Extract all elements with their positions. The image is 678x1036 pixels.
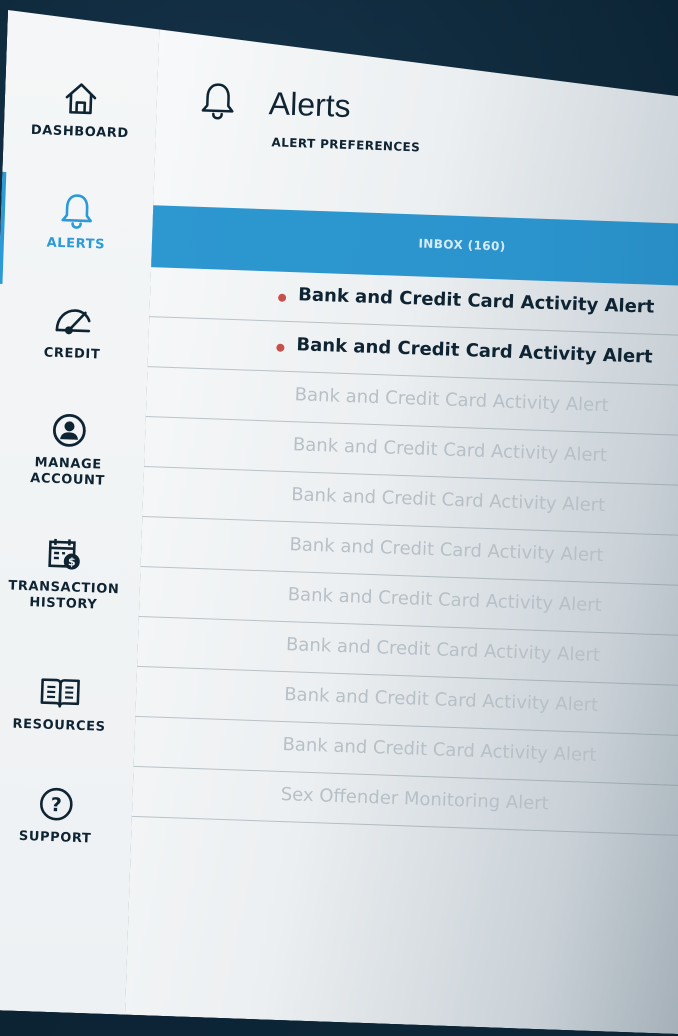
alert-title: Bank and Credit Card Activity Alert xyxy=(290,484,606,517)
home-icon xyxy=(60,78,101,119)
book-icon xyxy=(38,671,83,713)
unread-dot xyxy=(278,294,286,302)
sidebar-item-resources[interactable]: RESOURCES xyxy=(0,670,137,737)
gauge-icon xyxy=(51,300,96,342)
calendar-dollar-icon: $ xyxy=(44,534,85,575)
alert-title: Bank and Credit Card Activity Alert xyxy=(283,684,599,717)
help-icon: ? xyxy=(36,783,77,824)
page-title: Alerts xyxy=(268,85,352,125)
bell-icon xyxy=(196,79,239,122)
inbox-label: INBOX (160) xyxy=(418,236,506,254)
bell-icon xyxy=(56,190,97,231)
alert-title: Bank and Credit Card Activity Alert xyxy=(292,434,608,467)
svg-text:?: ? xyxy=(50,794,62,816)
sidebar-item-credit[interactable]: CREDIT xyxy=(0,298,150,365)
svg-text:$: $ xyxy=(68,555,76,568)
alert-title: Bank and Credit Card Activity Alert xyxy=(297,284,655,318)
alert-title: Sex Offender Monitoring Alert xyxy=(280,784,550,815)
sidebar-item-transaction-history[interactable]: $ TRANSACTION HISTORY xyxy=(0,532,142,615)
sidebar-item-dashboard[interactable]: DASHBOARD xyxy=(4,76,158,143)
app-screen: DASHBOARD ALERTS CREDIT MANAGE ACCOUNT $… xyxy=(0,10,678,1036)
sidebar-item-manage-account[interactable]: MANAGE ACCOUNT xyxy=(0,408,146,491)
sidebar-item-label: DASHBOARD xyxy=(30,122,129,142)
alert-title: Bank and Credit Card Activity Alert xyxy=(285,634,601,667)
sidebar-item-label: SUPPORT xyxy=(18,828,92,847)
alert-preferences-link[interactable]: ALERT PREFERENCES xyxy=(271,135,420,154)
alert-title: Bank and Credit Card Activity Alert xyxy=(287,584,603,617)
alert-title: Bank and Credit Card Activity Alert xyxy=(296,334,653,368)
main-content: Alerts ALERT PREFERENCES INBOX (160) Ban… xyxy=(125,15,678,1035)
user-circle-icon xyxy=(49,410,90,451)
sidebar-item-label: MANAGE ACCOUNT xyxy=(30,455,106,489)
unread-dot xyxy=(276,344,284,352)
alerts-list: Bank and Credit Card Activity Alert Bank… xyxy=(132,267,678,838)
sidebar-item-label: RESOURCES xyxy=(12,716,106,735)
alert-title: Bank and Credit Card Activity Alert xyxy=(282,734,597,766)
sidebar-item-label: CREDIT xyxy=(43,345,101,363)
sidebar-item-label: ALERTS xyxy=(46,235,106,253)
sidebar-item-support[interactable]: ? SUPPORT xyxy=(0,782,133,849)
sidebar-item-alerts[interactable]: ALERTS xyxy=(0,188,154,255)
sidebar-item-label: TRANSACTION HISTORY xyxy=(8,578,120,613)
alert-title: Bank and Credit Card Activity Alert xyxy=(294,384,610,417)
alert-title: Bank and Credit Card Activity Alert xyxy=(289,534,604,567)
